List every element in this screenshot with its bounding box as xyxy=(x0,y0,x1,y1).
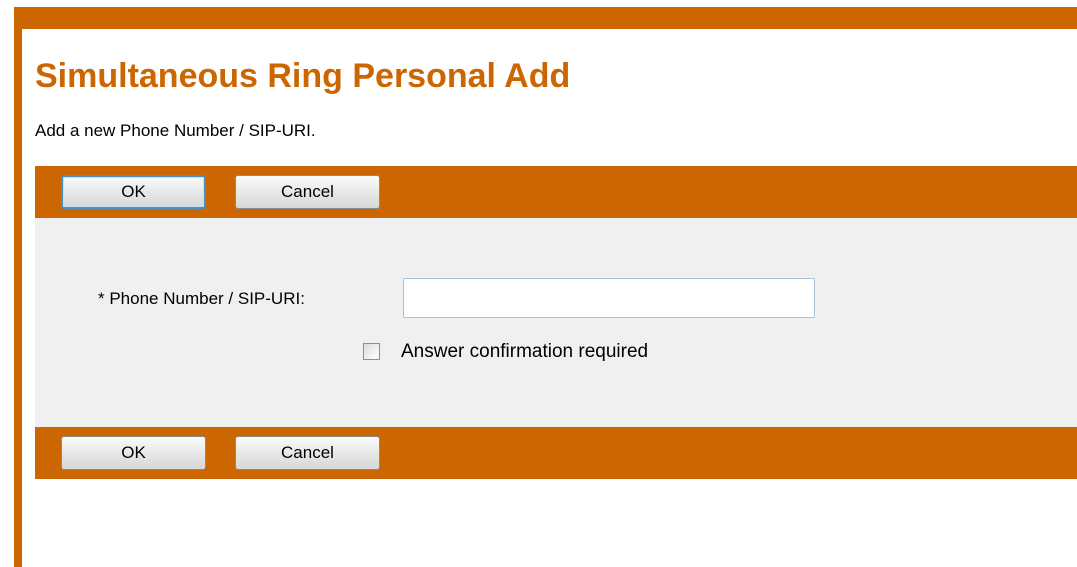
ok-button-top[interactable]: OK xyxy=(61,175,206,209)
form-area: * Phone Number / SIP-URI: Answer confirm… xyxy=(35,218,1077,427)
top-button-bar: OK Cancel xyxy=(35,166,1077,218)
answer-confirmation-checkbox[interactable] xyxy=(363,343,380,360)
left-border xyxy=(14,7,22,567)
cancel-button-bottom[interactable]: Cancel xyxy=(235,436,380,470)
header-bar xyxy=(14,7,1077,29)
page-subtitle: Add a new Phone Number / SIP-URI. xyxy=(35,121,316,140)
ok-button-bottom[interactable]: OK xyxy=(61,436,206,470)
answer-confirmation-label: Answer confirmation required xyxy=(401,341,649,362)
phone-number-input[interactable] xyxy=(403,278,815,318)
cancel-button-top[interactable]: Cancel xyxy=(235,175,380,209)
page-title: Simultaneous Ring Personal Add xyxy=(35,57,571,95)
bottom-button-bar: OK Cancel xyxy=(35,427,1077,479)
phone-number-label: * Phone Number / SIP-URI: xyxy=(98,289,305,308)
page: Simultaneous Ring Personal Add Add a new… xyxy=(0,0,1077,567)
